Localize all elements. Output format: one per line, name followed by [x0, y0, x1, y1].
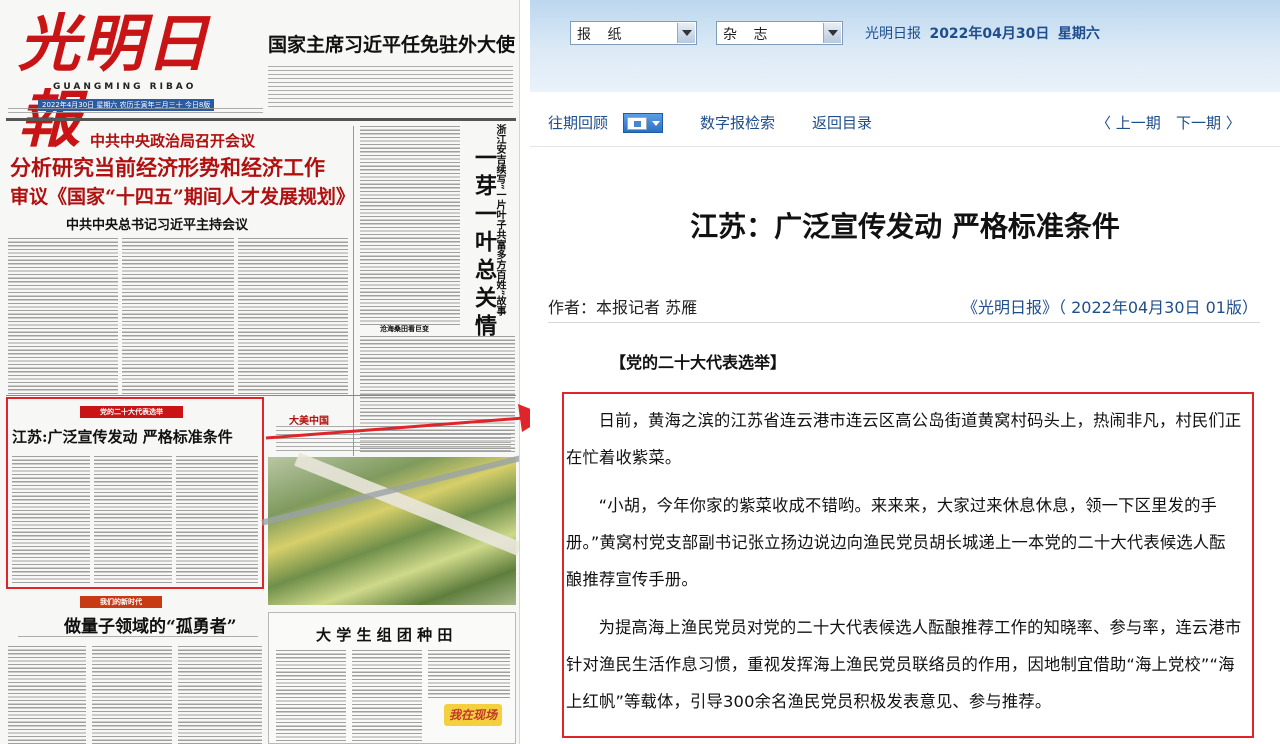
chevron-down-icon[interactable]: [823, 23, 841, 43]
section-badge: 我们的新时代: [80, 596, 162, 608]
vertical-headline[interactable]: 一芽一叶总关情: [468, 146, 500, 342]
calendar-icon: [627, 117, 647, 130]
nav-bar: 往期回顾 数字报检索 返回目录 〈 上一期 下一期 〉: [530, 104, 1280, 142]
quantum-subline: [18, 636, 258, 640]
archive-link[interactable]: 往期回顾: [548, 112, 608, 133]
issue-date: 2022年04月30日: [929, 26, 1050, 42]
magazine-select[interactable]: 杂 志: [716, 21, 843, 45]
article-paragraph: 日前，黄海之滨的江苏省连云港市连云区高公岛街道黄窝村码头上，热闹非凡，村民们正在…: [566, 411, 1242, 467]
newspaper-page-image[interactable]: 光明日報 GUANGMING RIBAO 2022年4月30日 星期六 农历壬寅…: [0, 0, 520, 744]
masthead-info-line: [8, 108, 263, 114]
politburo-text-col-3: [238, 238, 348, 394]
paper-select[interactable]: 报 纸: [570, 21, 697, 45]
prev-issue-link[interactable]: 〈 上一期: [1096, 112, 1161, 133]
tea-story-text: [360, 126, 460, 326]
aerial-photo[interactable]: [268, 457, 516, 605]
paper-select-value: 报 纸: [577, 27, 628, 43]
article-byline: 作者：本报记者 苏雁: [548, 298, 698, 317]
lead-article-text: [268, 66, 513, 110]
politburo-subhead: 中共中央总书记习近平主持会议: [66, 218, 249, 233]
nav-divider: [530, 146, 1280, 147]
issue-info: 光明日报 2022年04月30日 星期六: [865, 23, 1100, 43]
students-text-col-1: [276, 650, 346, 742]
pointer-arrow: [265, 404, 548, 440]
dropdown-caret-icon: [652, 121, 660, 126]
lead-headline[interactable]: 国家主席习近平任免驻外大使: [268, 30, 515, 57]
screen: 光明日報 GUANGMING RIBAO 2022年4月30日 星期六 农历壬寅…: [0, 0, 1280, 744]
on-site-logo: 我在现场: [444, 704, 502, 726]
article-source[interactable]: 《光明日报》（ 2022年04月30日 01版）: [962, 294, 1258, 318]
article-paragraph: 为提高海上渔民党员对党的二十大代表候选人酝酿推荐工作的知晓率、参与率，连云港市针…: [566, 618, 1242, 711]
paper-name: 光明日报: [865, 26, 921, 42]
politburo-text-col-2: [122, 238, 234, 394]
article-reader: 报 纸 杂 志 光明日报 2022年04月30日 星期六 往期回顾 数字报检索 …: [530, 0, 1280, 744]
article-body-highlight: 日前，黄海之滨的江苏省连云港市连云区高公岛街道黄窝村码头上，热闹非凡，村民们正在…: [562, 392, 1254, 738]
byline-divider: [548, 322, 1260, 323]
article-title: 江苏：广泛宣传发动 严格标准条件: [690, 210, 1120, 243]
quantum-text-col-3: [178, 646, 262, 744]
article-paragraph: “小胡，今年你家的紫菜收成不错哟。来来来，大家过来休息休息，领一下区里发的手册。…: [566, 496, 1226, 589]
inner-section-label: 沧海桑田看巨变: [380, 324, 429, 333]
politburo-headline-2[interactable]: 审议《国家“十四五”期间人才发展规划》: [10, 182, 355, 209]
issue-weekday: 星期六: [1057, 26, 1100, 42]
politburo-headline-1[interactable]: 分析研究当前经济形势和经济工作: [10, 152, 325, 182]
calendar-picker-button[interactable]: [623, 113, 663, 133]
students-headline[interactable]: 大 学 生 组 团 种 田: [316, 624, 452, 645]
chevron-down-icon[interactable]: [677, 23, 695, 43]
article-column-tag: 【党的二十大代表选举】: [610, 353, 787, 372]
digital-search-link[interactable]: 数字报检索: [700, 112, 775, 133]
politburo-kicker[interactable]: 中共中央政治局召开会议: [90, 130, 255, 151]
page-rule: [6, 118, 516, 121]
quantum-text-col-2: [92, 646, 172, 744]
masthead-logo-english: GUANGMING RIBAO: [53, 82, 197, 92]
quantum-text-col-1: [8, 646, 86, 744]
page-rule-2: [6, 395, 516, 396]
highlighted-article-box[interactable]: [6, 397, 264, 589]
students-text-col-2: [352, 650, 422, 742]
quantum-headline[interactable]: 做量子领域的“孤勇者”: [64, 612, 237, 637]
back-to-toc-link[interactable]: 返回目录: [812, 112, 872, 133]
masthead: 光明日報 GUANGMING RIBAO 2022年4月30日 星期六 农历壬寅…: [8, 6, 263, 156]
politburo-text-col-1: [8, 238, 118, 394]
magazine-select-value: 杂 志: [723, 27, 774, 43]
next-issue-link[interactable]: 下一期 〉: [1176, 112, 1241, 133]
students-text-col-3: [428, 650, 510, 698]
top-toolbar: 报 纸 杂 志 光明日报 2022年04月30日 星期六: [530, 0, 1280, 92]
